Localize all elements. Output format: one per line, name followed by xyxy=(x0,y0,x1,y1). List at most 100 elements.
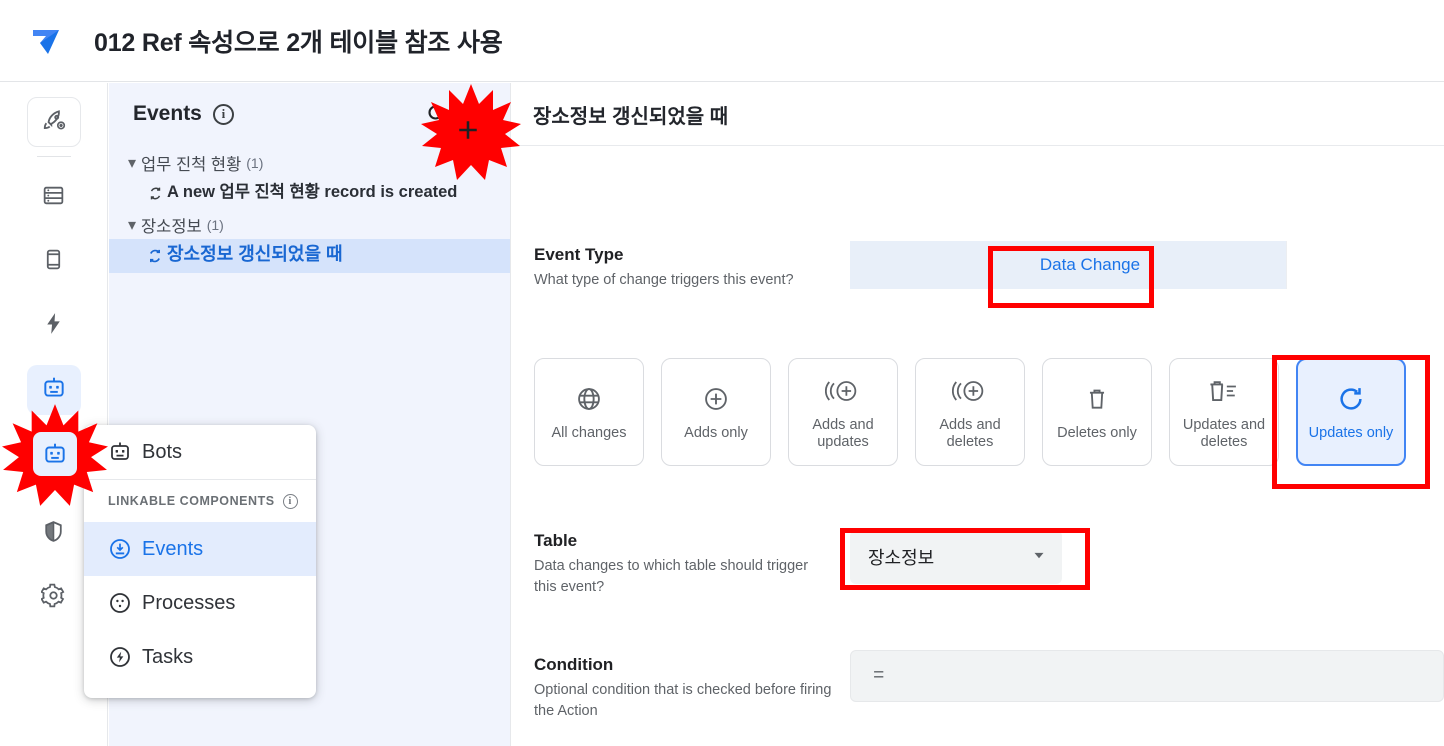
rail-item-actions[interactable] xyxy=(27,301,81,351)
rail-item-automation[interactable] xyxy=(26,365,81,415)
list-item-label: 장소정보 갱신되었을 때 xyxy=(167,244,343,264)
table-label: Table xyxy=(534,531,578,550)
chip-adds-and-updates[interactable]: Adds and updates xyxy=(788,358,898,466)
events-tree: ▾ 업무 진척 현황 (1) A new 업무 진척 현황 record is … xyxy=(109,145,510,273)
tree-group-header[interactable]: ▾ 업무 진척 현황 (1) xyxy=(109,149,510,177)
events-panel-title: Events xyxy=(133,102,202,125)
page-title: 012 Ref 속성으로 2개 테이블 참조 사용 xyxy=(94,28,503,57)
table-description: Data changes to which table should trigg… xyxy=(534,558,809,595)
detail-title: 장소정보 갱신되었을 때 xyxy=(533,105,729,128)
chip-deletes-only[interactable]: Deletes only xyxy=(1042,358,1152,466)
gear-icon xyxy=(40,583,66,613)
chip-updates-only[interactable]: Updates only xyxy=(1296,358,1406,466)
bolt-icon xyxy=(41,311,66,341)
chip-adds-only[interactable]: Adds only xyxy=(661,358,771,466)
rail-item-settings[interactable] xyxy=(27,573,81,623)
condition-description: Optional condition that is checked befor… xyxy=(534,682,832,719)
tabstrip-left-pad xyxy=(850,241,1030,289)
database-icon xyxy=(41,183,66,213)
menu-item-label: Tasks xyxy=(142,645,194,668)
tabstrip-right-pad xyxy=(1150,241,1286,289)
events-download-icon xyxy=(108,537,142,561)
info-glyph: i xyxy=(288,495,292,507)
tree-group-count: (1) xyxy=(206,217,224,233)
chip-label: Updates and deletes xyxy=(1182,416,1266,450)
info-icon[interactable]: i xyxy=(212,103,234,125)
trash-icon xyxy=(1084,382,1110,416)
tab-data-change[interactable]: Data Change xyxy=(1030,241,1150,289)
tasks-bolt-icon xyxy=(108,645,142,669)
robot-icon xyxy=(108,440,142,464)
info-icon[interactable]: i xyxy=(282,493,298,509)
rail-item-rocket[interactable] xyxy=(26,97,81,147)
automation-popup-menu: Bots LINKABLE COMPONENTS i Events Proces… xyxy=(84,425,316,698)
chip-label: Deletes only xyxy=(1057,425,1137,441)
robot-icon xyxy=(41,375,67,406)
chip-adds-and-deletes[interactable]: Adds and deletes xyxy=(915,358,1025,466)
menu-item-bots[interactable]: Bots xyxy=(84,425,316,479)
tree-group-header[interactable]: ▾ 장소정보 (1) xyxy=(109,211,510,239)
event-detail-pane: 장소정보 갱신되었을 때 Event Type What type of cha… xyxy=(512,83,1444,746)
chevron-down-icon xyxy=(1030,546,1048,569)
globe-icon xyxy=(575,382,603,416)
chip-label: Updates only xyxy=(1308,425,1394,441)
app-root: 012 Ref 속성으로 2개 테이블 참조 사용 Events i ▾ 업무 … xyxy=(0,0,1444,746)
plus-circle-icon xyxy=(702,382,730,416)
trash-lines-icon xyxy=(1207,374,1241,408)
event-type-label: Event Type xyxy=(534,245,624,264)
rail-item-security[interactable] xyxy=(27,509,81,559)
tabstrip-empty-area xyxy=(1286,241,1444,289)
menu-item-label: Bots xyxy=(142,440,183,463)
rail-divider-1 xyxy=(36,156,71,157)
list-item[interactable]: A new 업무 진척 현황 record is created xyxy=(109,177,510,211)
change-type-options: All changes Adds only Adds and updates A… xyxy=(534,358,1406,466)
chevron-down-icon: ▾ xyxy=(127,155,137,172)
menu-section-header: LINKABLE COMPONENTS i xyxy=(84,480,316,522)
rail-divider-2 xyxy=(36,427,71,428)
menu-item-label: Processes xyxy=(142,591,236,614)
table-dropdown-value: 장소정보 xyxy=(868,548,935,568)
chevron-down-icon: ▾ xyxy=(127,217,137,234)
menu-item-tasks[interactable]: Tasks xyxy=(84,630,316,684)
info-glyph: i xyxy=(221,106,226,121)
rail-item-app[interactable] xyxy=(27,237,81,287)
appsheet-logo-icon[interactable] xyxy=(24,19,68,63)
condition-label: Condition xyxy=(534,655,614,674)
top-bar: 012 Ref 속성으로 2개 테이블 참조 사용 xyxy=(0,0,1444,82)
list-item-label: A new 업무 진척 현황 record is created xyxy=(167,183,458,201)
robot-icon-overlay[interactable] xyxy=(33,432,77,476)
menu-item-processes[interactable]: Processes xyxy=(84,576,316,630)
table-dropdown[interactable]: 장소정보 xyxy=(850,530,1062,584)
condition-field: Condition Optional condition that is che… xyxy=(534,653,844,722)
chip-updates-and-deletes[interactable]: Updates and deletes xyxy=(1169,358,1279,466)
chip-label: All changes xyxy=(551,425,627,441)
chip-label: Adds and updates xyxy=(812,416,874,450)
chip-label: Adds only xyxy=(684,425,748,441)
chip-all-changes[interactable]: All changes xyxy=(534,358,644,466)
adds-updates-icon xyxy=(825,374,861,408)
event-type-field: Event Type What type of change triggers … xyxy=(534,243,844,291)
processes-icon xyxy=(108,591,142,615)
shield-icon xyxy=(41,519,66,549)
mobile-icon xyxy=(41,247,66,277)
table-field: Table Data changes to which table should… xyxy=(534,529,844,598)
chip-label: Adds and deletes xyxy=(939,416,1001,450)
event-type-tabstrip: Data Change xyxy=(850,241,1444,289)
menu-item-events[interactable]: Events xyxy=(84,522,316,576)
menu-section-label: LINKABLE COMPONENTS xyxy=(108,494,275,508)
adds-deletes-icon xyxy=(952,374,988,408)
sync-icon xyxy=(143,246,167,266)
rail-item-data[interactable] xyxy=(27,173,81,223)
rocket-icon xyxy=(41,107,67,138)
condition-input[interactable]: = xyxy=(850,650,1444,702)
tree-group-label: 장소정보 xyxy=(141,218,202,236)
refresh-icon xyxy=(1336,382,1366,416)
menu-item-label: Events xyxy=(142,537,204,560)
tree-group-count: (1) xyxy=(246,155,264,171)
event-type-description: What type of change triggers this event? xyxy=(534,272,794,288)
sync-icon xyxy=(143,184,167,203)
detail-header: 장소정보 갱신되었을 때 xyxy=(512,83,1444,146)
list-item-selected[interactable]: 장소정보 갱신되었을 때 xyxy=(109,239,510,273)
tree-group-label: 업무 진척 현황 xyxy=(141,156,242,174)
plus-icon-overlay[interactable] xyxy=(448,110,488,150)
